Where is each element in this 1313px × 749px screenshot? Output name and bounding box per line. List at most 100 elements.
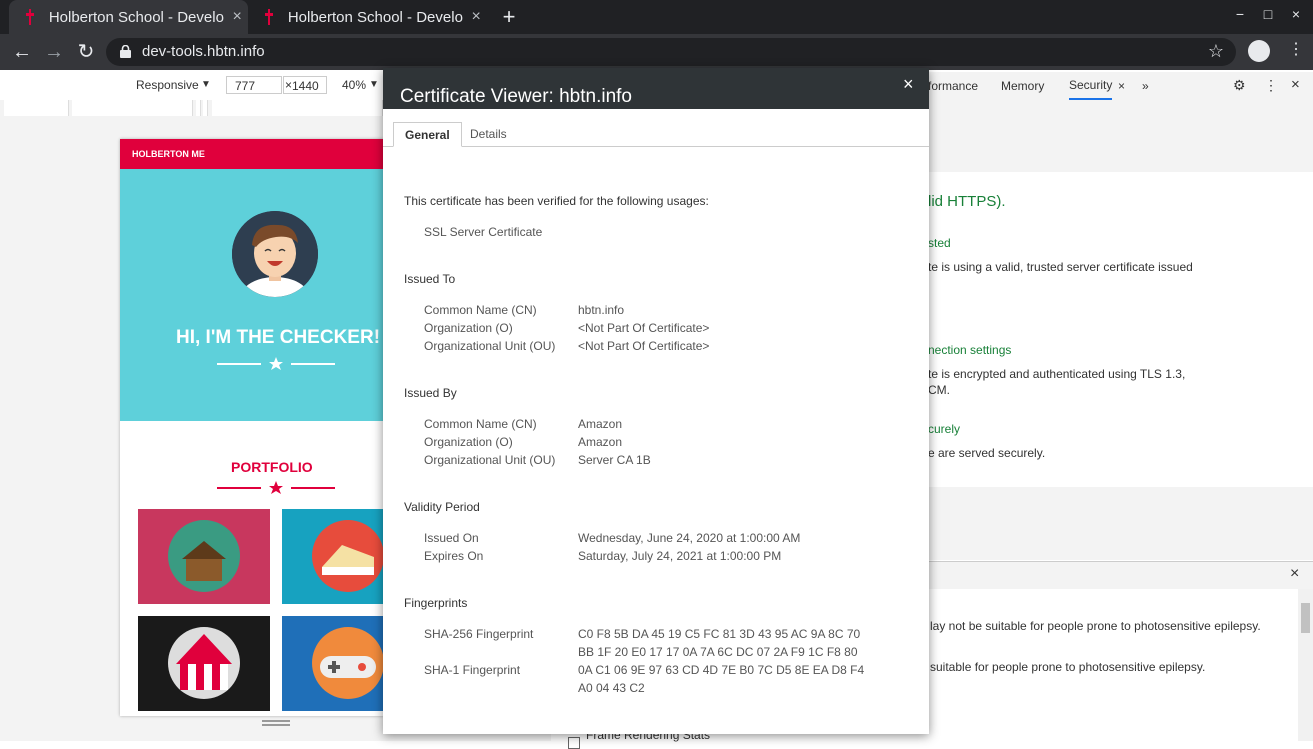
connection-text: te is encrypted and authenticated using … bbox=[928, 367, 1186, 381]
chrome-menu-icon[interactable]: ⋮ bbox=[1288, 42, 1304, 58]
issued-to-cn-value: hbtn.info bbox=[578, 303, 625, 317]
tab-title: Holberton School - Develo bbox=[287, 8, 463, 26]
issued-by-heading: Issued By bbox=[404, 386, 457, 400]
tab-general[interactable]: General bbox=[393, 122, 462, 147]
issued-on-value: Wednesday, June 24, 2020 at 1:00:00 AM bbox=[578, 531, 801, 545]
holberton-favicon-icon bbox=[23, 9, 37, 25]
issued-by-cn-label: Common Name (CN) bbox=[424, 417, 537, 431]
sha256-value-line2: BB 1F 20 E0 17 17 0A 7A 6C DC 07 2A F9 1… bbox=[578, 645, 858, 659]
usage-text: SSL Server Certificate bbox=[424, 225, 543, 239]
drawer-text-1: lay not be suitable for people prone to … bbox=[930, 619, 1261, 633]
star-divider-icon bbox=[217, 481, 335, 494]
width-input[interactable]: 777 bbox=[226, 76, 282, 94]
zoom-select[interactable]: 40% bbox=[342, 78, 366, 92]
tab-details[interactable]: Details bbox=[459, 122, 518, 146]
close-tab-icon[interactable]: × bbox=[1118, 79, 1125, 93]
issued-to-ou-value: <Not Part Of Certificate> bbox=[578, 339, 710, 353]
security-panel-band bbox=[928, 100, 1313, 172]
device-frame: HOLBERTON ME HI, I'M THE CHECKER! PORTFO… bbox=[120, 139, 384, 716]
certificate-heading: sted bbox=[928, 236, 951, 250]
issued-to-o-value: <Not Part Of Certificate> bbox=[578, 321, 710, 335]
bookmark-star-icon[interactable]: ☆ bbox=[1208, 41, 1224, 62]
tab-close-icon[interactable]: × bbox=[465, 8, 487, 26]
issued-by-o-value: Amazon bbox=[578, 435, 623, 449]
minimize-icon[interactable]: − bbox=[1230, 6, 1250, 22]
star-divider-icon bbox=[217, 357, 335, 370]
resources-text: e are served securely. bbox=[928, 446, 1046, 460]
sha256-label: SHA-256 Fingerprint bbox=[424, 627, 534, 641]
issued-to-o-label: Organization (O) bbox=[424, 321, 513, 335]
chevron-down-icon[interactable]: ▼ bbox=[201, 79, 211, 90]
circus-tent-icon bbox=[168, 627, 240, 699]
devtools-tab-bar: formance Memory Security × » ⚙ ⋮ × bbox=[928, 72, 1313, 101]
frame-stats-checkbox[interactable] bbox=[568, 737, 580, 749]
cake-icon bbox=[312, 520, 384, 592]
portfolio-tile-circus[interactable] bbox=[138, 616, 270, 711]
dialog-titlebar: Certificate Viewer: hbtn.info × bbox=[383, 68, 929, 109]
issued-by-cn-value: Amazon bbox=[578, 417, 623, 431]
tab-title: Holberton School - Develo bbox=[48, 8, 224, 26]
window-close-icon[interactable]: × bbox=[1286, 6, 1306, 22]
tab-security[interactable]: Security bbox=[1069, 77, 1113, 100]
security-summary: lid HTTPS). bbox=[928, 193, 1006, 210]
tab-close-icon[interactable]: × bbox=[226, 8, 248, 26]
lock-icon[interactable] bbox=[120, 44, 131, 63]
expires-on-value: Saturday, July 24, 2021 at 1:00:00 PM bbox=[578, 549, 782, 563]
issued-by-ou-label: Organizational Unit (OU) bbox=[424, 453, 556, 467]
issued-to-heading: Issued To bbox=[404, 272, 456, 286]
gear-icon[interactable]: ⚙ bbox=[1233, 77, 1246, 94]
portfolio-tile-gamepad[interactable] bbox=[282, 616, 384, 711]
address-bar[interactable]: dev-tools.hbtn.info ☆ bbox=[106, 38, 1236, 66]
tab-memory[interactable]: Memory bbox=[1001, 79, 1044, 93]
portfolio-tile-cabin[interactable] bbox=[138, 509, 270, 604]
new-tab-button[interactable]: + bbox=[497, 4, 521, 30]
issued-on-label: Issued On bbox=[424, 531, 479, 545]
back-icon[interactable]: ← bbox=[10, 40, 34, 64]
chevron-down-icon[interactable]: ▼ bbox=[369, 79, 379, 90]
cabin-icon bbox=[168, 520, 240, 592]
dialog-title: Certificate Viewer: hbtn.info bbox=[400, 86, 632, 107]
sha1-value-line2: A0 04 43 C2 bbox=[578, 681, 645, 695]
issued-to-ou-label: Organizational Unit (OU) bbox=[424, 339, 556, 353]
sha256-value-line1: C0 F8 5B DA 45 19 C5 FC 81 3D 43 95 AC 9… bbox=[578, 627, 861, 641]
holberton-favicon-icon bbox=[262, 9, 276, 25]
devtools-menu-icon[interactable]: ⋮ bbox=[1264, 77, 1278, 94]
drawer-text-2: suitable for people prone to photosensit… bbox=[930, 660, 1206, 674]
tab-performance[interactable]: formance bbox=[928, 79, 978, 93]
checker-avatar bbox=[232, 211, 318, 297]
maximize-icon[interactable]: □ bbox=[1258, 6, 1278, 22]
profile-avatar[interactable] bbox=[1248, 40, 1270, 62]
portfolio-title: PORTFOLIO bbox=[231, 459, 313, 475]
devtools-close-icon[interactable]: × bbox=[1291, 76, 1300, 93]
hero-title: HI, I'M THE CHECKER! bbox=[176, 327, 381, 348]
dialog-tabs: General Details bbox=[383, 122, 929, 147]
more-tabs-icon[interactable]: » bbox=[1142, 79, 1149, 93]
browser-toolbar: ← → ↻ dev-tools.hbtn.info ☆ ⋮ bbox=[0, 34, 1313, 70]
sha1-label: SHA-1 Fingerprint bbox=[424, 663, 521, 677]
portfolio-tile-cake[interactable] bbox=[282, 509, 384, 604]
validity-heading: Validity Period bbox=[404, 500, 480, 514]
site-header: HOLBERTON ME bbox=[120, 139, 384, 169]
drawer-scrollbar[interactable] bbox=[1298, 589, 1313, 741]
reload-icon[interactable]: ↻ bbox=[74, 40, 98, 64]
issued-by-ou-value: Server CA 1B bbox=[578, 453, 651, 467]
device-mode-select[interactable]: Responsive bbox=[136, 78, 199, 92]
certificate-text: te is using a valid, trusted server cert… bbox=[928, 260, 1193, 274]
security-panel-footer bbox=[928, 487, 1313, 560]
verified-text: This certificate has been verified for t… bbox=[404, 194, 709, 208]
fingerprints-heading: Fingerprints bbox=[404, 596, 468, 610]
drawer-close-icon[interactable]: × bbox=[1290, 565, 1299, 583]
connection-heading: nection settings bbox=[928, 343, 1012, 357]
device-resize-handle[interactable] bbox=[262, 720, 290, 726]
issued-by-o-label: Organization (O) bbox=[424, 435, 513, 449]
browser-tab-1[interactable]: Holberton School - Develo × bbox=[9, 0, 248, 34]
height-input[interactable]: 1440 bbox=[283, 76, 327, 94]
dialog-close-icon[interactable]: × bbox=[903, 74, 914, 95]
connection-text-2: CM. bbox=[928, 383, 950, 397]
hero-section: HI, I'M THE CHECKER! bbox=[120, 169, 384, 421]
sha1-value-line1: 0A C1 06 9E 97 63 CD 4D 7E B0 7C D5 8E E… bbox=[578, 663, 865, 677]
browser-tab-2[interactable]: Holberton School - Develo × bbox=[248, 0, 487, 34]
forward-icon[interactable]: → bbox=[42, 40, 66, 64]
resources-heading: curely bbox=[928, 422, 961, 436]
expires-on-label: Expires On bbox=[424, 549, 484, 563]
